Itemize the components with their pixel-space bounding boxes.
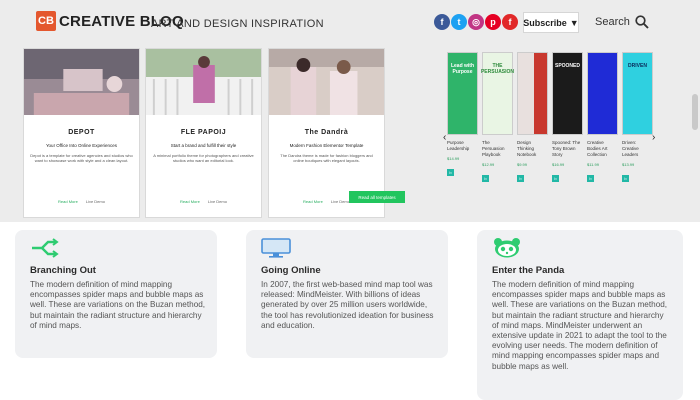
search-icon xyxy=(635,15,649,29)
book-item[interactable]: DRIVEN Driven: Creative Leaders $13.99 b xyxy=(622,52,653,185)
flipboard-icon[interactable]: f xyxy=(502,14,518,30)
card-subtitle: Modern Fashion Elementor Template xyxy=(289,143,364,148)
card-title: DEPOT xyxy=(68,129,95,136)
book-cover xyxy=(587,52,618,135)
book-tag-icon: b xyxy=(517,175,524,182)
card-image xyxy=(146,49,261,115)
book-tag-icon: b xyxy=(622,175,629,182)
live-demo-link[interactable]: Live Demo xyxy=(86,199,105,204)
hero-strip: DEPOT Your Office Into Online Experience… xyxy=(0,44,700,222)
subscribe-label: Subscribe xyxy=(523,17,567,28)
book-price: $16.99 xyxy=(552,162,565,167)
feature-card: Branching Out The modern definition of m… xyxy=(15,230,217,358)
read-more-link[interactable]: Read More xyxy=(180,199,200,204)
book-tag-icon: b xyxy=(587,175,594,182)
book-title: Creative Bodies Art Collection xyxy=(587,140,608,157)
feature-title: Going Online xyxy=(261,265,321,276)
book-price: $11.99 xyxy=(587,162,599,167)
book-cover: THE PERSUASION xyxy=(481,52,514,135)
template-card[interactable]: FLE PAPOIJ Start a brand and fulfill the… xyxy=(145,48,262,218)
monitor-icon xyxy=(261,238,291,258)
template-card[interactable]: DEPOT Your Office Into Online Experience… xyxy=(23,48,140,218)
search-button[interactable]: Search xyxy=(595,15,649,29)
read-more-link[interactable]: Read More xyxy=(58,199,78,204)
pinterest-icon[interactable]: p xyxy=(485,14,501,30)
instagram-icon[interactable]: ◎ xyxy=(468,14,484,30)
book-price: $13.99 xyxy=(622,162,635,167)
panda-icon xyxy=(494,238,520,258)
card-title: The Dandrà xyxy=(304,129,349,136)
feature-title: Branching Out xyxy=(30,265,96,276)
book-tag-icon: b xyxy=(552,175,559,182)
feature-title: Enter the Panda xyxy=(492,265,565,276)
search-label: Search xyxy=(595,16,630,28)
book-item[interactable]: SPOONED Spooned: The Tony Brown Story $1… xyxy=(552,52,583,185)
card-links: Read More Live Demo xyxy=(146,199,261,204)
card-links: Read More Live Demo xyxy=(24,199,139,204)
book-item[interactable]: THE PERSUASION The Persuasion Playbook $… xyxy=(481,52,514,185)
book-title: Spooned: The Tony Brown Story xyxy=(552,140,581,157)
card-subtitle: Your Office Into Online Experiences xyxy=(45,143,118,148)
card-subtitle: Start a brand and fulfill their style xyxy=(170,143,237,148)
book-cover: DRIVEN xyxy=(622,52,653,135)
live-demo-link[interactable]: Live Demo xyxy=(331,199,350,204)
card-body: Depot is a template for creative agencie… xyxy=(30,153,133,163)
book-price: $9.99 xyxy=(517,162,528,167)
book-title: The Persuasion Playbook xyxy=(482,140,505,157)
book-price: $12.99 xyxy=(482,162,495,167)
book-tag-icon: b xyxy=(482,175,489,182)
card-body: A minimal portfolio theme for photograph… xyxy=(153,153,254,163)
book-cover xyxy=(517,52,548,135)
logo-badge: CB xyxy=(36,11,56,31)
feature-card: Going Online In 2007, the first web-base… xyxy=(246,230,448,358)
book-item[interactable]: Lead with Purpose Purpose Leadership $14… xyxy=(447,52,478,179)
feature-card: Enter the Panda The modern definition of… xyxy=(477,230,683,400)
book-item[interactable]: Design Thinking Notebook $9.99 b xyxy=(517,52,548,185)
branching-icon xyxy=(32,238,59,258)
book-price: $14.99 xyxy=(447,156,460,161)
card-image xyxy=(24,49,139,115)
facebook-icon[interactable]: f xyxy=(434,14,450,30)
view-all-button[interactable]: Read all templates xyxy=(349,191,405,203)
book-cover: Lead with Purpose xyxy=(447,52,478,135)
carousel-prev-icon[interactable]: ‹ xyxy=(443,132,446,143)
live-demo-link[interactable]: Live Demo xyxy=(208,199,227,204)
card-body: The Dandra theme is made for fashion blo… xyxy=(280,153,373,163)
subscribe-button[interactable]: Subscribe ▼ xyxy=(523,12,579,33)
card-image xyxy=(269,49,384,115)
site-header: CB CREATIVE BLOQ ART AND DESIGN INSPIRAT… xyxy=(0,0,700,44)
book-title: Purpose Leadership xyxy=(447,140,470,151)
book-tag-icon: b xyxy=(447,169,454,176)
book-title: Design Thinking Notebook xyxy=(517,140,537,157)
site-tagline: ART AND DESIGN INSPIRATION xyxy=(151,18,324,30)
scrollbar[interactable] xyxy=(692,94,698,130)
card-title: FLE PAPOIJ xyxy=(180,129,227,136)
feature-text: The modern definition of mind mapping en… xyxy=(30,280,206,330)
feature-text: The modern definition of mind mapping en… xyxy=(492,280,668,371)
read-more-link[interactable]: Read More xyxy=(303,199,323,204)
twitter-icon[interactable]: t xyxy=(451,14,467,30)
caret-down-icon: ▼ xyxy=(569,17,579,28)
feature-text: In 2007, the first web-based mind map to… xyxy=(261,280,434,330)
book-item[interactable]: Creative Bodies Art Collection $11.99 b xyxy=(587,52,618,185)
book-cover: SPOONED xyxy=(552,52,583,135)
book-title: Driven: Creative Leaders xyxy=(622,140,639,157)
social-links: f t ◎ p f xyxy=(434,14,518,30)
